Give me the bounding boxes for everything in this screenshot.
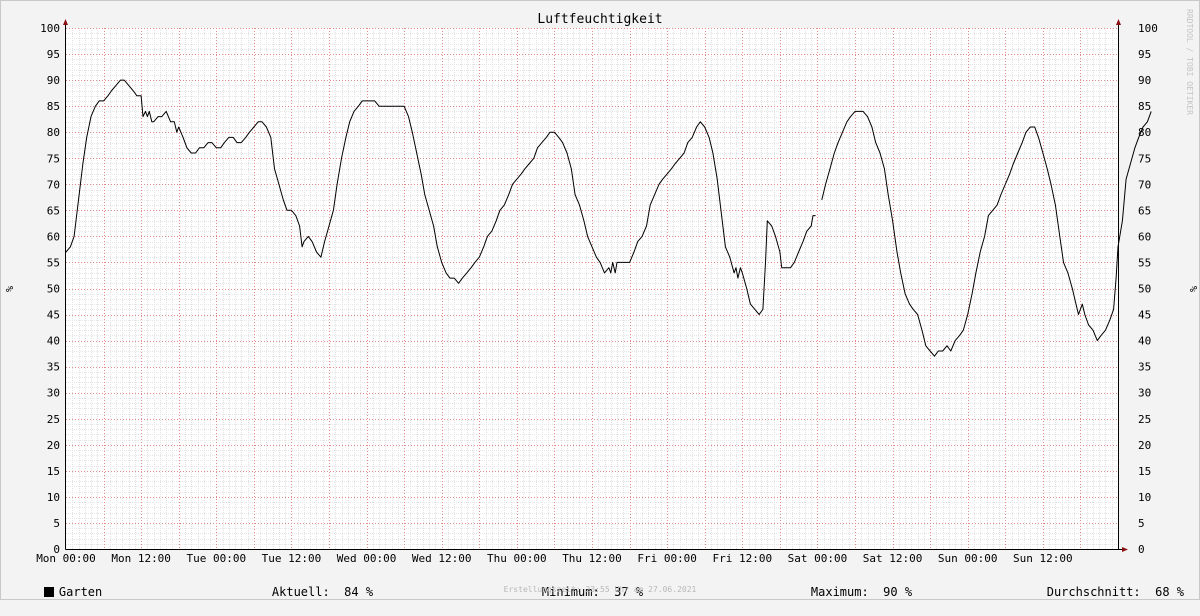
x-tick-label: Sun 00:00 <box>938 552 998 565</box>
y-tick-label-left: 35 <box>47 361 60 374</box>
x-tick-label: Thu 12:00 <box>562 552 622 565</box>
y-tick-labels-left: 0510152025303540455055606570758085909510… <box>40 22 60 556</box>
x-tick-label: Wed 00:00 <box>337 552 397 565</box>
y-tick-label-left: 10 <box>47 491 60 504</box>
y-tick-label-left: 60 <box>47 230 60 243</box>
y-tick-label-right: 95 <box>1138 48 1151 61</box>
y-tick-label-right: 50 <box>1138 283 1151 296</box>
x-tick-label: Tue 00:00 <box>186 552 246 565</box>
y-tick-label-left: 85 <box>47 100 60 113</box>
y-tick-label-left: 100 <box>40 22 60 35</box>
y-tick-label-left: 45 <box>47 309 60 322</box>
legend-average: Durchschnitt: 68 % <box>1018 568 1184 599</box>
y-tick-label-right: 100 <box>1138 22 1158 35</box>
y-tick-label-right: 45 <box>1138 309 1151 322</box>
x-tick-labels: Mon 00:00 Mon 12:00 Tue 00:00 Tue 12:00 Wed … <box>36 552 1072 565</box>
watermark: RRDTOOL / TOBI OETIKER <box>1185 9 1194 115</box>
y-tick-label-left: 20 <box>47 439 60 452</box>
y-tick-label-right: 55 <box>1138 256 1151 269</box>
legend-maximum: Maximum: 90 % <box>782 568 912 599</box>
x-tick-label: Sun 12:00 <box>1013 552 1073 565</box>
y-tick-label-left: 70 <box>47 178 60 191</box>
y-axis-label-left: % <box>5 286 16 292</box>
y-tick-label-right: 10 <box>1138 491 1151 504</box>
y-tick-label-right: 20 <box>1138 439 1151 452</box>
x-tick-label: Tue 12:00 <box>262 552 322 565</box>
y-tick-label-right: 25 <box>1138 413 1151 426</box>
y-tick-label-right: 60 <box>1138 230 1151 243</box>
y-axis-arrow-right <box>1116 19 1121 25</box>
y-tick-label-left: 50 <box>47 283 60 296</box>
y-tick-label-left: 15 <box>47 465 60 478</box>
chart-root: 0 5 10 15 20 25 30 35 40 45 50 55 60 65 70 75 80 85 90 95 10… <box>0 0 1200 600</box>
x-axis-arrow <box>1122 547 1128 552</box>
x-tick-label: Wed 12:00 <box>412 552 472 565</box>
y-tick-label-right: 40 <box>1138 335 1151 348</box>
x-tick-label: Fri 12:00 <box>712 552 772 565</box>
y-tick-label-left: 75 <box>47 152 60 165</box>
x-tick-label: Mon 12:00 <box>111 552 171 565</box>
y-tick-label-left: 65 <box>47 204 60 217</box>
chart-title: Luftfeuchtigkeit <box>537 12 662 27</box>
legend-current: Aktuell: 84 % <box>243 568 373 599</box>
y-axis-arrow-left <box>63 19 68 25</box>
y-tick-label-left: 40 <box>47 335 60 348</box>
y-tick-label-right: 5 <box>1138 517 1145 530</box>
y-tick-label-right: 35 <box>1138 361 1151 374</box>
y-tick-label-right: 30 <box>1138 387 1151 400</box>
y-tick-label-right: 0 <box>1138 543 1145 556</box>
x-tick-label: Sat 12:00 <box>863 552 923 565</box>
y-axis-label-right: % <box>1187 286 1198 292</box>
y-tick-label-right: 65 <box>1138 204 1151 217</box>
y-tick-label-left: 80 <box>47 126 60 139</box>
y-tick-label-right: 90 <box>1138 74 1151 87</box>
y-tick-label-right: 85 <box>1138 100 1151 113</box>
x-tick-label: Thu 00:00 <box>487 552 547 565</box>
x-tick-label: Mon 00:00 <box>36 552 96 565</box>
legend-series: Garten <box>15 568 102 599</box>
x-tick-label: Sat 00:00 <box>788 552 848 565</box>
x-tick-label: Fri 00:00 <box>637 552 697 565</box>
y-tick-label-left: 5 <box>53 517 60 530</box>
footer-timestamp: Erstellungszeit: 23:55 Uhr am 27.06.2021 <box>503 585 697 594</box>
y-tick-label-left: 30 <box>47 387 60 400</box>
y-tick-label-left: 95 <box>47 48 60 61</box>
y-tick-label-left: 25 <box>47 413 60 426</box>
y-tick-label-left: 55 <box>47 256 60 269</box>
legend-minimum: Minimum: 37 % <box>513 568 643 599</box>
y-tick-label-right: 80 <box>1138 126 1151 139</box>
y-tick-label-right: 70 <box>1138 178 1151 191</box>
y-tick-labels-right: 0 5 10 15 20 25 30 35 40 45 50 55 60 65 70 75 80 85 90 95 10… <box>1138 22 1158 556</box>
y-tick-label-left: 90 <box>47 74 60 87</box>
y-tick-label-right: 15 <box>1138 465 1151 478</box>
humidity-chart: 0 5 10 15 20 25 30 35 40 45 50 55 60 65 70 75 80 85 90 95 10… <box>0 0 1200 600</box>
y-tick-label-right: 75 <box>1138 152 1151 165</box>
